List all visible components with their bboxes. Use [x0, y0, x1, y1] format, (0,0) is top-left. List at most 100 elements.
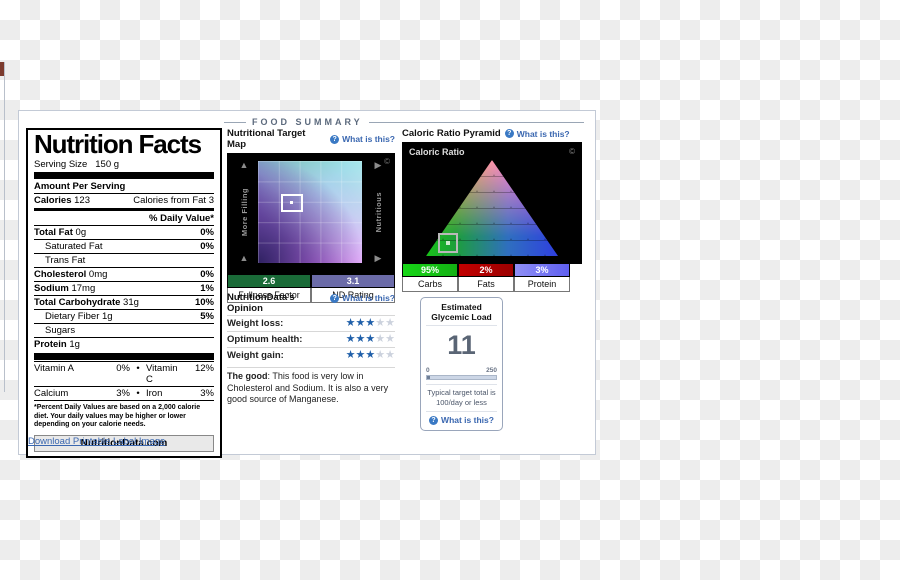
nutrient-row: Protein 1g — [34, 336, 214, 351]
nutrient-daily-value: 5% — [200, 310, 214, 322]
arrow-up-icon: ▲ — [239, 160, 249, 170]
pyramid-caption: Caloric Ratio — [409, 147, 465, 157]
target-map-title: Nutritional Target Map — [227, 128, 306, 150]
heading-rule-right — [368, 121, 584, 123]
star-icon: ★ — [355, 348, 366, 361]
amount-per-serving: Amount Per Serving — [34, 180, 126, 192]
nutrient-daily-value: 0% — [200, 268, 214, 280]
separator-dot: • — [136, 387, 140, 399]
opinion-rating-row: Optimum health: ★★★★★ — [227, 330, 395, 347]
divider-med — [34, 207, 214, 211]
pyramid-data-point — [446, 241, 450, 245]
star-icon: ★ — [375, 332, 386, 345]
nd-rating-value: 3.1 — [311, 275, 395, 288]
question-icon: ? — [330, 293, 340, 303]
opinion-what-is-this[interactable]: ? What is this? — [330, 293, 395, 303]
nutrient-row: Cholesterol 0mg 0% — [34, 266, 214, 281]
target-map-what-is-this[interactable]: ? What is this? — [330, 134, 395, 144]
vitamin-value: 3% — [116, 387, 130, 399]
nutrient-row: Total Carbohydrate 31g 10% — [34, 294, 214, 309]
glycemic-scale-labels: 0 250 — [426, 367, 497, 374]
nutrient-row: Sugars — [34, 322, 214, 337]
glycemic-scale-min: 0 — [426, 367, 430, 375]
pyramid-bar-value: 95% — [402, 264, 458, 277]
nutrient-daily-value: 10% — [194, 296, 214, 308]
fullness-factor-value: 2.6 — [227, 275, 311, 288]
glycemic-title: Estimated Glycemic Load — [426, 302, 497, 327]
vitamin-row: Vitamin A 0% • Vitamin C 12% — [34, 360, 214, 386]
nutrient-row: Total Fat 0g 0% — [34, 224, 214, 239]
star-icon: ★ — [385, 332, 395, 345]
vitamin-name: Calcium — [34, 387, 69, 399]
star-icon: ★ — [365, 316, 376, 329]
vitamin-name: Vitamin A — [34, 362, 74, 374]
question-icon: ? — [330, 134, 340, 144]
pyramid-value-labels: Carbs Fats Protein — [402, 277, 570, 292]
glycemic-note: Typical target total is 100/day or less — [426, 384, 497, 407]
opinion-the-good: The good: This food is very low in Chole… — [227, 366, 395, 406]
star-icon: ★ — [355, 332, 366, 345]
target-map-data-point — [290, 201, 293, 204]
pyramid-bar-label: Protein — [514, 277, 570, 292]
pyramid-what-is-this[interactable]: ? What is this? — [504, 128, 570, 139]
serving-size-value: 150 g — [95, 158, 120, 170]
target-map-gridlines — [258, 161, 362, 263]
star-icon: ★ — [345, 332, 356, 345]
glycemic-progress-track — [426, 375, 497, 381]
opinion-rating-rows: Weight loss: ★★★★★ Optimum health: ★★★★★ Wei… — [227, 314, 395, 363]
caloric-ratio-pyramid-panel: Caloric Ratio Pyramid ? What is this? Ca… — [402, 128, 582, 292]
vitamin-value: 3% — [200, 387, 214, 399]
pyramid-bar-label: Carbs — [402, 277, 458, 292]
nutrient-row: Dietary Fiber 1g 5% — [34, 308, 214, 323]
glycemic-what-is-this[interactable]: ? What is this? — [426, 411, 497, 425]
opinion-rating-row: Weight gain: ★★★★★ — [227, 346, 395, 363]
nutrient-label: Saturated Fat — [45, 240, 103, 252]
star-icon: ★ — [345, 316, 356, 329]
star-icon: ★ — [345, 348, 356, 361]
opinion-rating-stars: ★★★★★ — [345, 348, 395, 361]
opinion-title: NutritionData's Opinion — [227, 292, 295, 314]
target-map-header: Nutritional Target Map ? What is this? — [227, 128, 395, 150]
nutrient-label: Protein 1g — [34, 338, 80, 350]
arrow-up-icon-2: ▲ — [239, 253, 249, 263]
pyramid-plot-area[interactable]: Caloric Ratio © — [402, 142, 582, 264]
nutrient-daily-value: 0% — [200, 240, 214, 252]
calories-value: 123 — [74, 194, 90, 206]
opinion-good-label: The good — [227, 370, 268, 381]
target-map-what-is-this-label: What is this? — [342, 134, 395, 144]
copyright-icon: © — [569, 147, 575, 156]
vitamin-row: Calcium 3% • Iron 3% — [34, 385, 214, 400]
estimated-glycemic-load-panel: Estimated Glycemic Load 11 0 250 Typical… — [420, 297, 503, 432]
opinion-what-is-this-label: What is this? — [342, 293, 395, 303]
serving-size-line: Serving Size 150 g — [34, 159, 214, 170]
nutrient-label: Sodium 17mg — [34, 282, 96, 294]
opinion-rating-stars: ★★★★★ — [345, 316, 395, 329]
vitamin-value: 12% — [194, 362, 214, 374]
opinion-rating-label: Optimum health: — [227, 333, 303, 345]
pyramid-bar-value: 2% — [458, 264, 514, 277]
nutrient-label: Dietary Fiber 1g — [45, 310, 113, 322]
nutrient-row: Trans Fat — [34, 252, 214, 267]
nutrient-rows: Total Fat 0g 0% Saturated Fat 0% Trans Fat Ch… — [34, 224, 214, 351]
target-map-y-label: More Filling — [239, 187, 249, 237]
pyramid-what-is-this-label: What is this? — [516, 128, 570, 139]
nutrient-label: Trans Fat — [45, 254, 86, 266]
opinion-rating-label: Weight loss: — [227, 317, 284, 329]
target-map-x-label: Nutritious — [373, 191, 383, 233]
star-icon: ★ — [375, 348, 386, 361]
opinion-rating-label: Weight gain: — [227, 349, 284, 361]
vitamin-value: 0% — [116, 362, 130, 374]
pyramid-bar-label: Fats — [458, 277, 514, 292]
glycemic-scale-max: 250 — [486, 367, 497, 375]
nutrient-label: Total Fat 0g — [34, 226, 87, 238]
star-icon: ★ — [365, 348, 376, 361]
target-map-plot-area[interactable]: © ▲ More Filling ▲ ▶ Nutritious ▶ — [227, 153, 395, 275]
nutrient-label: Sugars — [45, 324, 76, 336]
download-printable-label-link[interactable]: Download Printable Label Image — [28, 436, 165, 447]
heading-rule-left — [224, 121, 246, 123]
pyramid-value-bars: 95% 2% 3% — [402, 264, 570, 277]
star-icon: ★ — [355, 316, 366, 329]
opinion-rating-row: Weight loss: ★★★★★ — [227, 314, 395, 331]
calories-label: Calories — [34, 194, 72, 206]
star-icon: ★ — [385, 348, 395, 361]
